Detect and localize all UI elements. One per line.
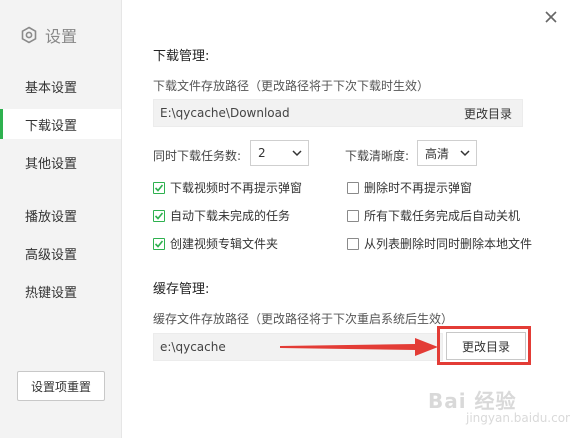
option-auto-resume[interactable]: 自动下载未完成的任务 (153, 207, 290, 224)
checkbox-unchecked[interactable] (347, 237, 359, 250)
sidebar-item-advanced[interactable]: 高级设置 (0, 238, 121, 268)
checkbox-checked[interactable] (153, 209, 165, 222)
cache-section-title: 缓存管理: (153, 282, 210, 297)
concurrent-tasks-select[interactable]: 2 (250, 140, 309, 166)
quality-label: 下载清晰度: (345, 149, 410, 163)
sidebar-title-text: 设置 (45, 27, 78, 46)
close-icon[interactable] (543, 9, 559, 25)
option-no-popup-on-delete[interactable]: 删除时不再提示弹窗 (347, 179, 472, 196)
annotation-arrow-icon (280, 338, 438, 356)
download-change-dir-button[interactable]: 更改目录 (454, 105, 522, 122)
download-path-field: E:\qycache\Download 更改目录 (153, 99, 523, 127)
option-label: 自动下载未完成的任务 (170, 209, 291, 223)
annotation-highlight-box (437, 326, 531, 365)
option-label: 下载视频时不再提示弹窗 (170, 181, 303, 195)
option-label: 删除时不再提示弹窗 (364, 181, 473, 195)
download-section-title: 下载管理: (153, 49, 210, 64)
sidebar-item-playback[interactable]: 播放设置 (0, 200, 121, 230)
chevron-down-icon (292, 150, 302, 157)
concurrent-tasks-label: 同时下载任务数: (153, 149, 242, 163)
sidebar: 设置 基本设置 下载设置 其他设置 播放设置 高级设置 热键设置 设置项重置 (0, 0, 122, 438)
checkbox-checked[interactable] (153, 237, 165, 250)
reset-settings-button[interactable]: 设置项重置 (17, 371, 105, 401)
cache-path-hint: 缓存文件存放路径（更改路径将于下次重启系统后生效） (153, 312, 454, 326)
option-label: 创建视频专辑文件夹 (170, 237, 279, 251)
download-path-hint: 下载文件存放路径（更改路径将于下次下载时生效） (153, 79, 430, 93)
checkbox-unchecked[interactable] (347, 209, 359, 222)
option-album-folder[interactable]: 创建视频专辑文件夹 (153, 235, 278, 252)
chevron-down-icon (460, 150, 470, 157)
sidebar-item-other[interactable]: 其他设置 (0, 147, 121, 177)
checkbox-checked[interactable] (153, 181, 165, 194)
sidebar-title: 设置 (20, 24, 77, 46)
option-auto-shutdown[interactable]: 所有下载任务完成后自动关机 (347, 207, 520, 224)
option-label: 所有下载任务完成后自动关机 (364, 209, 521, 223)
settings-hexagon-icon (21, 26, 37, 44)
sidebar-item-basic[interactable]: 基本设置 (0, 71, 121, 101)
sidebar-item-hotkeys[interactable]: 热键设置 (0, 276, 121, 306)
quality-value: 高清 (425, 146, 450, 161)
option-no-popup-on-download[interactable]: 下载视频时不再提示弹窗 (153, 179, 302, 196)
sidebar-item-download[interactable]: 下载设置 (0, 109, 121, 139)
baidu-watermark: Bai 经验 (428, 389, 517, 413)
baidu-watermark-url: jingyan.baidu.com (466, 411, 570, 425)
quality-select[interactable]: 高清 (417, 140, 477, 166)
option-label: 从列表删除时同时删除本地文件 (364, 237, 533, 251)
download-path-value: E:\qycache\Download (160, 106, 290, 120)
option-delete-local-files[interactable]: 从列表删除时同时删除本地文件 (347, 235, 532, 252)
concurrent-tasks-value: 2 (258, 146, 266, 160)
checkbox-unchecked[interactable] (347, 181, 359, 194)
